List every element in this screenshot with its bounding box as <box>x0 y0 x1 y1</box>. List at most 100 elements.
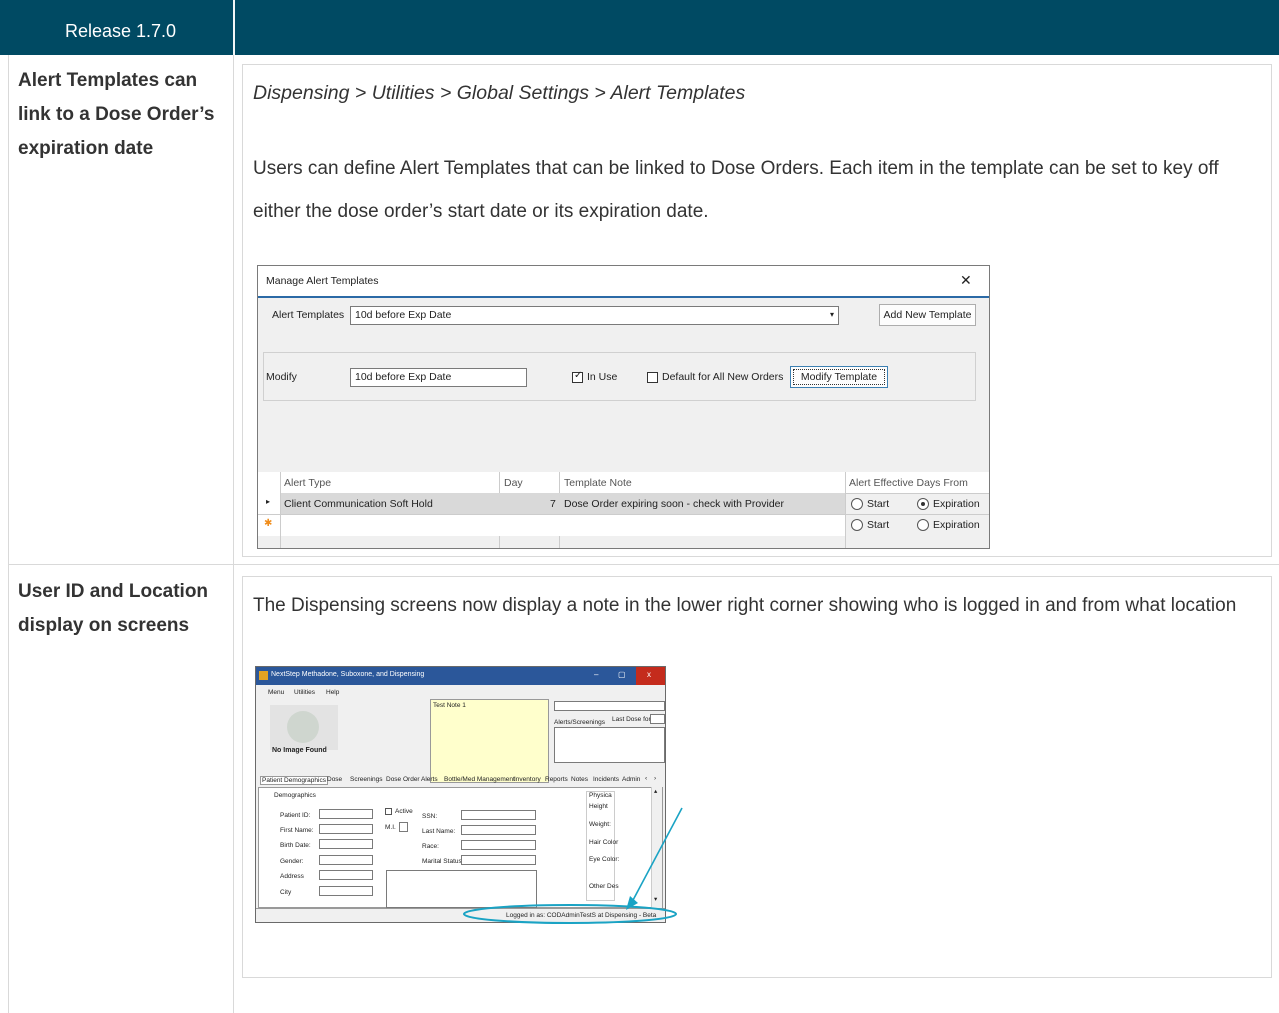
tab-scroll-right-icon[interactable]: › <box>654 775 656 782</box>
active-checkbox[interactable] <box>385 808 392 815</box>
app-title: NextStep Methadone, Suboxone, and Dispen… <box>271 671 425 678</box>
globe-icon <box>287 711 319 743</box>
feature-title-alert-templates: Alert Templates can link to a Dose Order… <box>18 70 215 159</box>
label-first-name: First Name: <box>280 827 314 834</box>
row-arrow-icon: ▸ <box>266 497 271 506</box>
tab-incidents[interactable]: Incidents <box>593 776 619 783</box>
add-new-template-button[interactable]: Add New Template <box>879 304 976 326</box>
col-effective-days[interactable]: Alert Effective Days From <box>849 477 968 489</box>
gender-field[interactable] <box>319 855 373 865</box>
alerts-box[interactable] <box>554 727 665 763</box>
birth-date-field[interactable] <box>319 839 373 849</box>
grid-header: Alert Type Day Template Note Alert Effec… <box>258 472 989 494</box>
minimize-icon[interactable]: – <box>594 670 598 679</box>
expiration-radio[interactable] <box>917 519 929 531</box>
col-alert-type[interactable]: Alert Type <box>284 477 331 489</box>
row-template-note: Dose Order expiring soon - check with Pr… <box>564 498 785 510</box>
start-radio-label: Start <box>867 519 890 531</box>
templates-label: Alert Templates <box>272 309 345 321</box>
default-all-orders-checkbox[interactable] <box>647 372 658 383</box>
tab-alerts[interactable]: Alerts <box>421 776 438 783</box>
label-physical: Physica <box>589 792 612 799</box>
address-field[interactable] <box>319 870 373 880</box>
table-row[interactable] <box>281 515 845 536</box>
radio-dot-icon <box>921 502 925 506</box>
tab-admin[interactable]: Admin <box>622 776 640 783</box>
city-field[interactable] <box>319 886 373 896</box>
row-alert-type: Client Communication Soft Hold <box>284 498 433 510</box>
first-name-field[interactable] <box>319 824 373 834</box>
annotation-overlay <box>463 807 683 924</box>
modify-name-input[interactable]: 10d before Exp Date <box>350 368 527 387</box>
mi-field[interactable] <box>399 822 408 832</box>
close-button[interactable]: x <box>636 667 665 685</box>
column-divider <box>233 55 234 1013</box>
start-radio-label: Start <box>867 498 890 510</box>
scroll-up-icon[interactable]: ▴ <box>654 787 657 795</box>
description-alert-templates: Users can define Alert Templates that ca… <box>253 158 1219 222</box>
dialog-titlebar: Manage Alert Templates ✕ <box>258 266 989 296</box>
tab-screenings[interactable]: Screenings <box>350 776 383 783</box>
top-field[interactable] <box>554 701 665 711</box>
row-divider <box>8 564 1279 565</box>
feature-title-user-id: User ID and Location display on screens <box>18 581 209 636</box>
row-indicator: ✱ <box>258 515 280 536</box>
templates-select-value: 10d before Exp Date <box>355 309 452 321</box>
modify-template-button[interactable]: Modify Template <box>790 366 888 388</box>
dialog-accent-bar <box>258 296 989 298</box>
release-label: Release 1.7.0 <box>64 21 177 41</box>
label-gender: Gender: <box>280 858 304 865</box>
row-indicator: ▸ <box>258 493 280 514</box>
patient-note[interactable]: Test Note 1 <box>430 699 549 783</box>
tab-reports[interactable]: Reports <box>545 776 568 783</box>
tab-dose-order[interactable]: Dose Order <box>386 776 420 783</box>
app-titlebar: NextStep Methadone, Suboxone, and Dispen… <box>256 667 665 685</box>
chevron-down-icon: ▾ <box>829 310 834 319</box>
tab-bottle-med[interactable]: Bottle/Med Management <box>444 776 515 783</box>
last-dose-field[interactable] <box>650 714 665 724</box>
in-use-checkbox[interactable]: ✓ <box>572 370 583 383</box>
tab-scroll-left-icon[interactable]: ‹ <box>645 775 647 782</box>
breadcrumb: Dispensing > Utilities > Global Settings… <box>253 82 746 104</box>
start-radio[interactable] <box>851 519 863 531</box>
section-demographics: Demographics <box>274 792 316 799</box>
description-user-id: The Dispensing screens now display a not… <box>253 595 1237 616</box>
annotation-arrow-line <box>631 807 683 903</box>
annotation-ellipse <box>463 904 677 924</box>
alert-templates-select[interactable]: 10d before Exp Date ▾ <box>350 306 839 325</box>
mi-label: M.I. <box>385 824 396 831</box>
alerts-label: Alerts/Screenings <box>554 719 605 726</box>
grid-line <box>845 472 846 548</box>
label-address: Address <box>280 873 304 880</box>
tab-patient-demographics[interactable]: Patient Demographics <box>260 776 328 785</box>
start-radio[interactable] <box>851 498 863 510</box>
patient-photo <box>270 705 338 750</box>
row-day: 7 <box>550 498 556 510</box>
modify-label: Modify <box>266 371 297 383</box>
default-all-orders-label: Default for All New Orders <box>662 371 784 383</box>
dialog-title: Manage Alert Templates <box>266 275 379 287</box>
col-day[interactable]: Day <box>504 477 523 489</box>
label-marital-status: Marital Status: <box>422 858 464 865</box>
expiration-radio[interactable] <box>917 498 929 510</box>
expiration-radio-label: Expiration <box>933 498 980 510</box>
col-template-note[interactable]: Template Note <box>564 477 632 489</box>
no-image-label: No Image Found <box>272 747 327 754</box>
close-icon[interactable]: ✕ <box>960 272 972 289</box>
label-race: Race: <box>422 843 439 850</box>
note-title: Test Note 1 <box>433 702 466 709</box>
label-patient-id: Patient ID: <box>280 812 311 819</box>
maximize-icon[interactable]: ▢ <box>618 670 626 679</box>
active-label: Active <box>395 808 413 815</box>
tab-dose[interactable]: Dose <box>327 776 342 783</box>
menu-item-menu[interactable]: Menu <box>268 689 284 696</box>
tab-strip: Patient Demographics Dose Screenings Dos… <box>258 775 665 786</box>
tab-notes[interactable]: Notes <box>571 776 588 783</box>
tab-inventory[interactable]: Inventory <box>514 776 541 783</box>
patient-id-field[interactable] <box>319 809 373 819</box>
menu-item-utilities[interactable]: Utilities <box>294 689 315 696</box>
menu-item-help[interactable]: Help <box>326 689 339 696</box>
label-last-name: Last Name: <box>422 828 456 835</box>
manage-alert-templates-dialog: Manage Alert Templates ✕ Alert Templates… <box>257 265 990 549</box>
table-left-border <box>8 55 9 1013</box>
